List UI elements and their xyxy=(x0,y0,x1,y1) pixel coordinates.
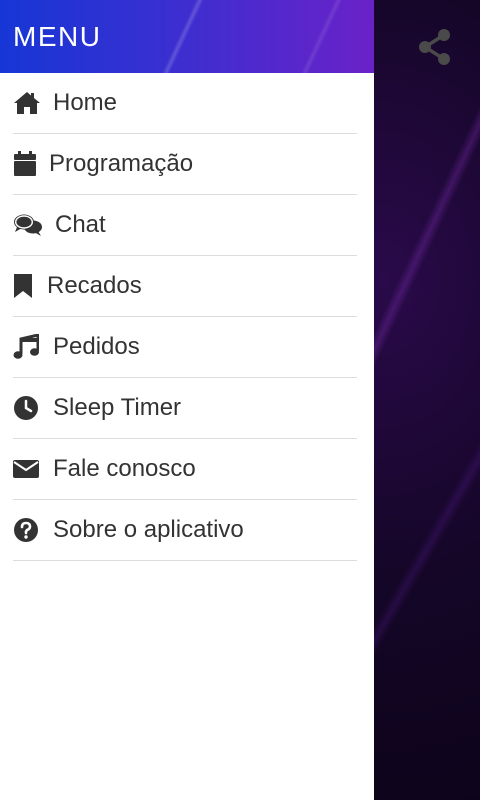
menu-item-sobre[interactable]: Sobre o aplicativo xyxy=(13,500,357,561)
menu-item-programacao[interactable]: Programação xyxy=(13,134,357,195)
share-button[interactable] xyxy=(414,26,456,68)
calendar-icon xyxy=(13,150,37,178)
home-icon xyxy=(13,89,41,117)
menu-item-label: Fale conosco xyxy=(53,455,196,482)
menu-list: Home Programação Chat Recados Pedidos Sl… xyxy=(0,73,374,561)
menu-item-label: Chat xyxy=(55,211,106,238)
chat-icon xyxy=(13,211,43,239)
menu-item-label: Pedidos xyxy=(53,333,140,360)
clock-icon xyxy=(13,394,41,422)
question-circle-icon xyxy=(13,516,41,544)
menu-item-home[interactable]: Home xyxy=(13,73,357,134)
menu-item-recados[interactable]: Recados xyxy=(13,256,357,317)
menu-item-pedidos[interactable]: Pedidos xyxy=(13,317,357,378)
menu-item-label: Home xyxy=(53,89,118,116)
menu-item-label: Programação xyxy=(49,150,194,177)
music-note-icon xyxy=(13,333,41,361)
menu-item-label: Sobre o aplicativo xyxy=(53,516,244,543)
menu-item-label: Recados xyxy=(47,272,142,299)
navigation-drawer: MENU Home Programação Chat Recados Pedid… xyxy=(0,0,374,800)
menu-item-label: Sleep Timer xyxy=(53,394,182,421)
menu-item-sleep-timer[interactable]: Sleep Timer xyxy=(13,378,357,439)
envelope-icon xyxy=(13,455,41,483)
drawer-title: MENU xyxy=(13,20,102,52)
menu-item-fale-conosco[interactable]: Fale conosco xyxy=(13,439,357,500)
menu-item-chat[interactable]: Chat xyxy=(13,195,357,256)
drawer-header: MENU xyxy=(0,0,374,73)
bookmark-icon xyxy=(13,272,35,300)
share-icon xyxy=(419,29,450,65)
